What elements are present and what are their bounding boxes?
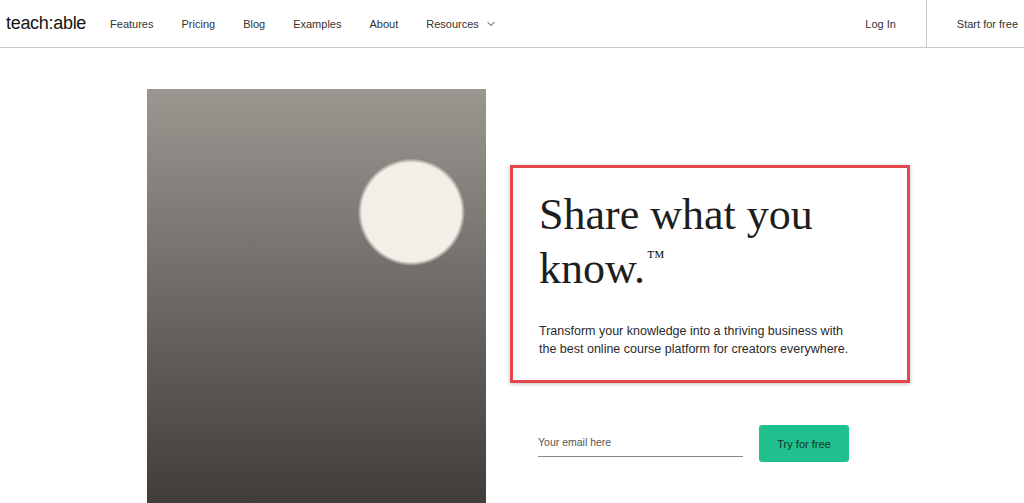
trademark: ™ — [647, 247, 665, 267]
start-link[interactable]: Start for free — [927, 0, 1024, 47]
try-button[interactable]: Try for free — [759, 425, 849, 462]
headline-line: know.™ — [539, 242, 881, 296]
subtext: Transform your knowledge into a thriving… — [539, 322, 851, 358]
chevron-down-icon — [485, 18, 497, 30]
email-input[interactable] — [538, 430, 743, 457]
headline: Share what youknow.™ — [539, 188, 881, 296]
header-actions: Log InStart for free — [865, 0, 1024, 47]
nav-item[interactable]: Resources — [426, 18, 497, 30]
header: teach:able Features Pricing Blog Examples Abo… — [0, 0, 1024, 48]
header-divider — [926, 0, 927, 47]
headline-line: Share what you — [539, 188, 881, 242]
hero-photo — [147, 89, 486, 503]
nav-item[interactable]: Examples — [293, 18, 341, 30]
page: teach:able Features Pricing Blog Examples Abo… — [0, 0, 1024, 503]
nav-item[interactable]: Pricing — [182, 18, 216, 30]
login-link[interactable]: Log In — [865, 0, 926, 47]
nav-item[interactable]: Features — [110, 18, 153, 30]
nav-item[interactable]: About — [369, 18, 398, 30]
hero: Share what youknow.™ Transform your knowl… — [0, 48, 1024, 503]
highlight-box: Share what youknow.™ Transform your knowl… — [510, 165, 910, 383]
logo[interactable]: teach:able — [0, 0, 86, 47]
signup-form: Try for free — [538, 425, 910, 462]
main-nav: Features Pricing Blog Examples About Resource… — [110, 0, 497, 47]
nav-item[interactable]: Blog — [243, 18, 265, 30]
hero-content: Share what youknow.™ Transform your knowl… — [510, 89, 910, 462]
